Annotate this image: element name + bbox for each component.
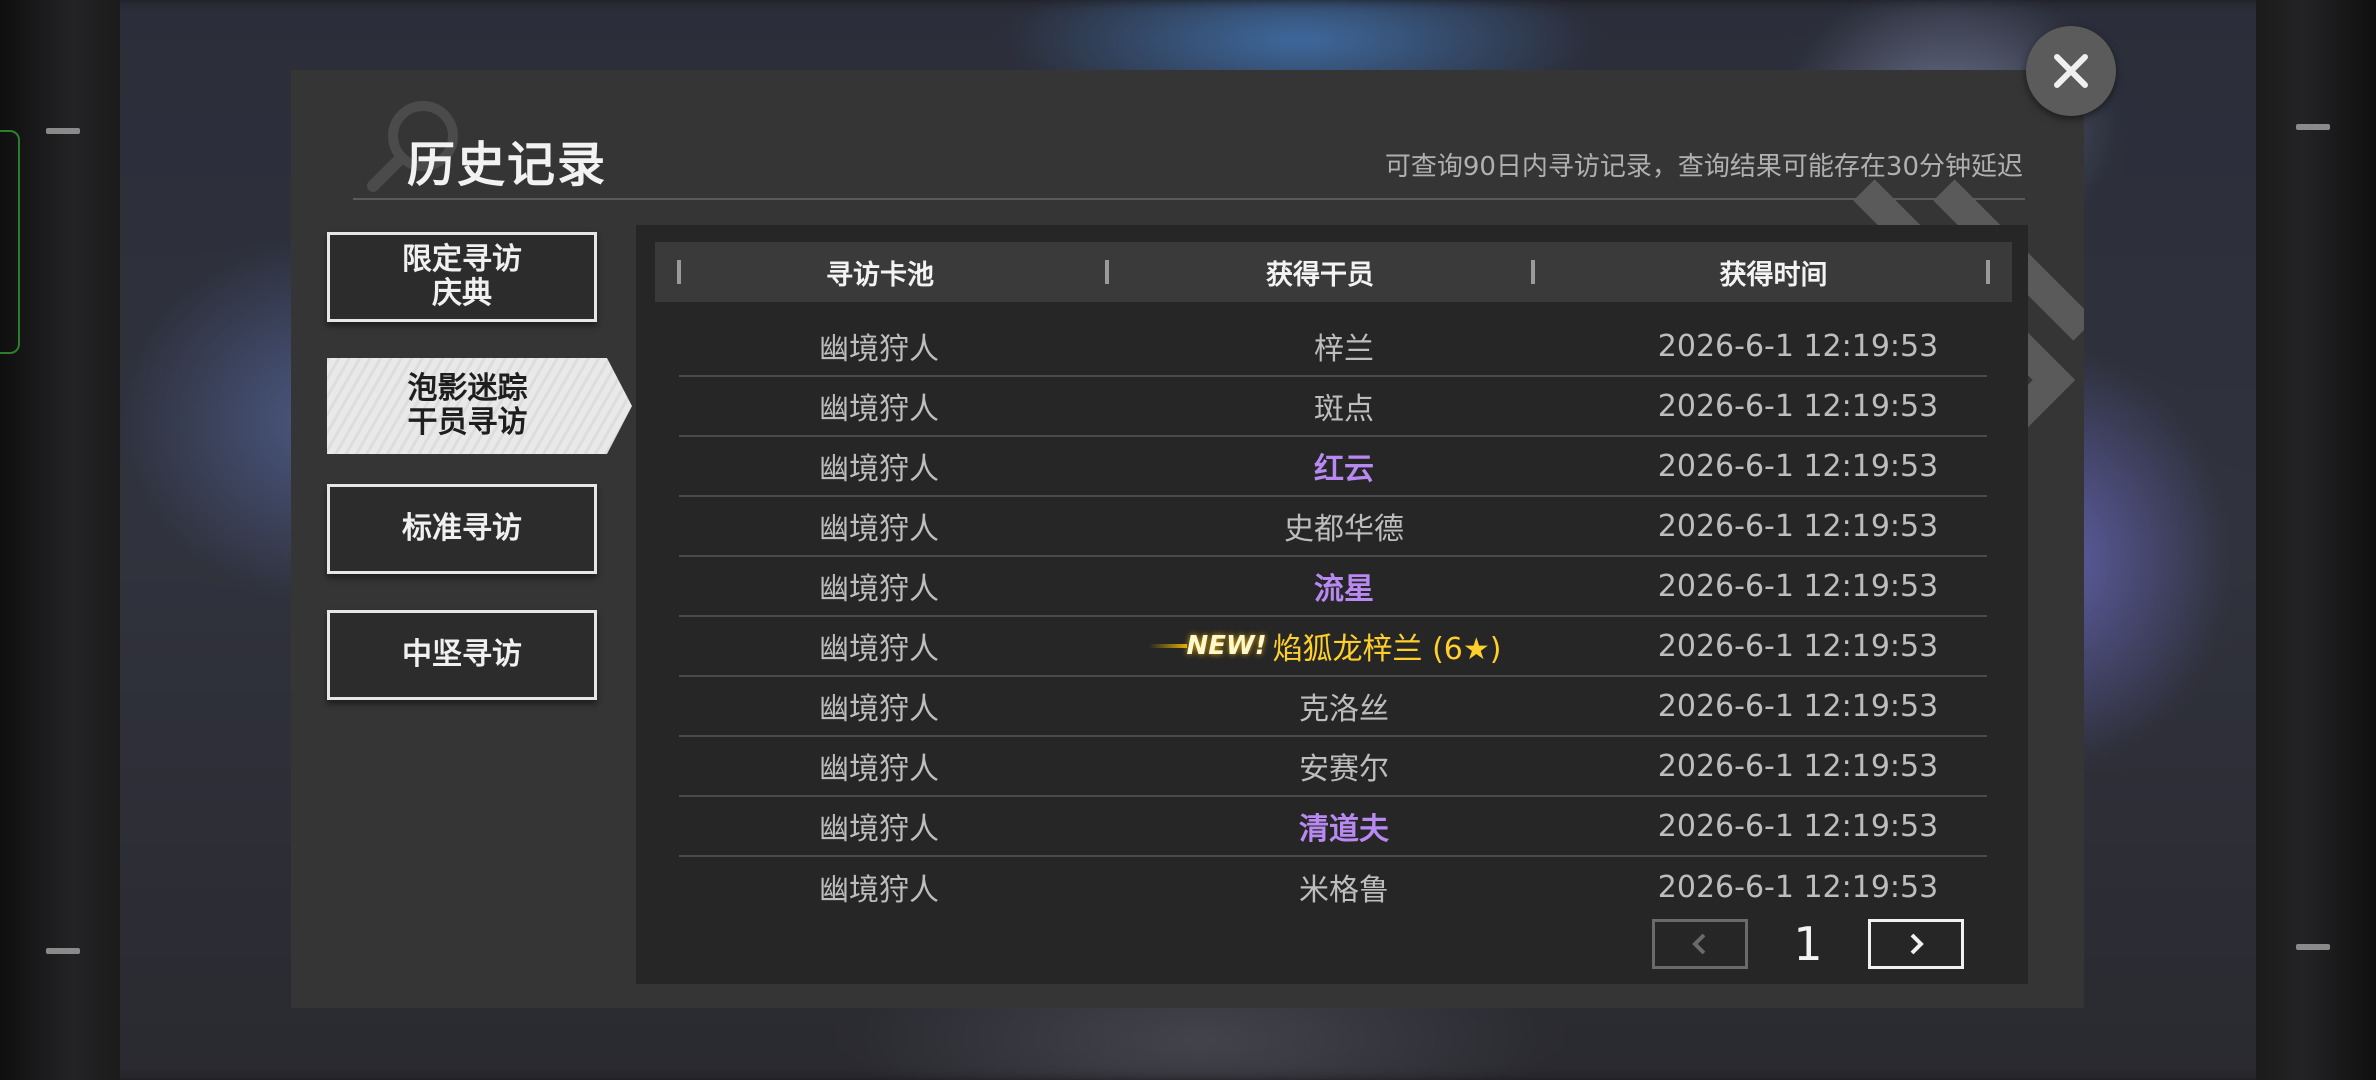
edge-tick: [2296, 944, 2330, 950]
operator-cell: 安赛尔: [1079, 744, 1609, 788]
pool-cell: 幽境狩人: [819, 392, 939, 427]
table-row: 幽境狩人 克洛丝 2026-6-1 12:19:53: [679, 677, 1987, 737]
time-cell: 2026-6-1 12:19:53: [1657, 628, 1939, 664]
time-cell: 2026-6-1 12:19:53: [1657, 328, 1939, 364]
tab-label: 中坚寻访: [402, 637, 522, 672]
edge-tick: [2296, 124, 2330, 130]
table-row: 幽境狩人 安赛尔 2026-6-1 12:19:53: [679, 737, 1987, 797]
tab-standard[interactable]: 标准寻访: [327, 484, 597, 574]
header-label: 获得干员: [1266, 259, 1374, 291]
header-label: 寻访卡池: [826, 259, 934, 291]
time-cell: 2026-6-1 12:19:53: [1657, 448, 1939, 484]
operator-name: 安赛尔: [1299, 752, 1389, 787]
tab-label: 限定寻访 庆典: [402, 242, 522, 311]
operator-name: 梓兰: [1314, 332, 1374, 367]
time-cell: 2026-6-1 12:19:53: [1657, 808, 1939, 844]
left-edge-indicator: [0, 130, 20, 354]
tab-bubble-trail-operator[interactable]: 泡影迷踪 干员寻访: [327, 358, 632, 454]
edge-tick: [46, 948, 80, 954]
header-divider: [353, 198, 2025, 200]
operator-name: 斑点: [1314, 392, 1374, 427]
operator-cell: 米格鲁: [1079, 865, 1609, 909]
time-cell: 2026-6-1 12:19:53: [1657, 388, 1939, 424]
table-row: 幽境狩人 流星 2026-6-1 12:19:53: [679, 557, 1987, 617]
history-table: 寻访卡池 获得干员 获得时间 幽境狩人 梓兰 2026-6-1 12:19:53 幽境…: [636, 225, 2028, 984]
table-header: 寻访卡池 获得干员 获得时间: [655, 242, 2012, 302]
operator-cell: 清道夫: [1079, 804, 1609, 848]
tab-label: 泡影迷踪 干员寻访: [407, 371, 528, 440]
tab-core[interactable]: 中坚寻访: [327, 610, 597, 700]
pagination: 1: [1652, 917, 1964, 971]
pool-cell: 幽境狩人: [819, 452, 939, 487]
pool-cell: 幽境狩人: [819, 332, 939, 367]
table-row: 幽境狩人 红云 2026-6-1 12:19:53: [679, 437, 1987, 497]
page-number: 1: [1793, 917, 1823, 971]
operator-name: 克洛丝: [1299, 692, 1389, 727]
dialog-title: 历史记录: [407, 137, 608, 193]
pool-cell: 幽境狩人: [819, 692, 939, 727]
operator-cell: 流星: [1079, 564, 1609, 608]
query-notice: 可查询90日内寻访记录，查询结果可能存在30分钟延迟: [1384, 152, 2023, 182]
operator-name: 米格鲁: [1299, 873, 1389, 908]
operator-cell: 斑点: [1079, 384, 1609, 428]
pool-cell: 幽境狩人: [819, 873, 939, 908]
operator-name: 清道夫: [1299, 812, 1389, 847]
pool-cell: 幽境狩人: [819, 632, 939, 667]
tab-limited-celebration[interactable]: 限定寻访 庆典: [327, 232, 597, 322]
time-cell: 2026-6-1 12:19:53: [1657, 568, 1939, 604]
operator-cell: 克洛丝: [1079, 684, 1609, 728]
time-cell: 2026-6-1 12:19:53: [1657, 508, 1939, 544]
dialog-header: 历史记录 可查询90日内寻访记录，查询结果可能存在30分钟延迟: [291, 70, 2084, 200]
right-frame: [2256, 0, 2376, 1080]
table-row: 幽境狩人 史都华德 2026-6-1 12:19:53: [679, 497, 1987, 557]
time-cell: 2026-6-1 12:19:53: [1657, 869, 1939, 905]
table-row: 幽境狩人 清道夫 2026-6-1 12:19:53: [679, 797, 1987, 857]
new-badge: NEW!: [1186, 631, 1267, 661]
next-page-button[interactable]: [1868, 919, 1964, 969]
operator-name: 史都华德: [1284, 512, 1404, 547]
pool-cell: 幽境狩人: [819, 812, 939, 847]
table-row: 幽境狩人 NEW! 焰狐龙梓兰 (6★) 2026-6-1 12:19:53: [679, 617, 1987, 677]
header-label: 获得时间: [1719, 259, 1828, 291]
table-row: 幽境狩人 斑点 2026-6-1 12:19:53: [679, 377, 1987, 437]
prev-page-button[interactable]: [1652, 919, 1748, 969]
chevron-right-icon: [1910, 933, 1924, 955]
tab-label: 标准寻访: [402, 511, 522, 546]
time-cell: 2026-6-1 12:19:53: [1657, 748, 1939, 784]
pool-cell: 幽境狩人: [819, 572, 939, 607]
operator-cell: 梓兰: [1079, 324, 1609, 368]
header-time: 获得时间: [1535, 242, 2012, 302]
table-row: 幽境狩人 梓兰 2026-6-1 12:19:53: [679, 317, 1987, 377]
close-button[interactable]: [2026, 26, 2116, 116]
operator-name: 红云: [1314, 452, 1374, 487]
pool-cell: 幽境狩人: [819, 512, 939, 547]
edge-tick: [46, 128, 80, 134]
operator-name: 流星: [1314, 572, 1374, 607]
operator-cell: 红云: [1079, 444, 1609, 488]
close-icon: [2054, 54, 2088, 88]
pool-cell: 幽境狩人: [819, 752, 939, 787]
history-dialog: 历史记录 可查询90日内寻访记录，查询结果可能存在30分钟延迟 限定寻访 庆典 …: [291, 70, 2084, 1008]
operator-name: 焰狐龙梓兰 (6★): [1272, 632, 1502, 667]
operator-cell: 史都华德: [1079, 504, 1609, 548]
operator-cell: NEW! 焰狐龙梓兰 (6★): [1079, 624, 1609, 668]
chevron-left-icon: [1692, 933, 1706, 955]
table-body: 幽境狩人 梓兰 2026-6-1 12:19:53 幽境狩人 斑点 2026-6-1 12…: [679, 317, 1987, 917]
time-cell: 2026-6-1 12:19:53: [1657, 688, 1939, 724]
table-row: 幽境狩人 米格鲁 2026-6-1 12:19:53: [679, 857, 1987, 917]
header-pool: 寻访卡池: [655, 242, 1105, 302]
header-operator: 获得干员: [1105, 242, 1535, 302]
left-frame: [0, 0, 120, 1080]
